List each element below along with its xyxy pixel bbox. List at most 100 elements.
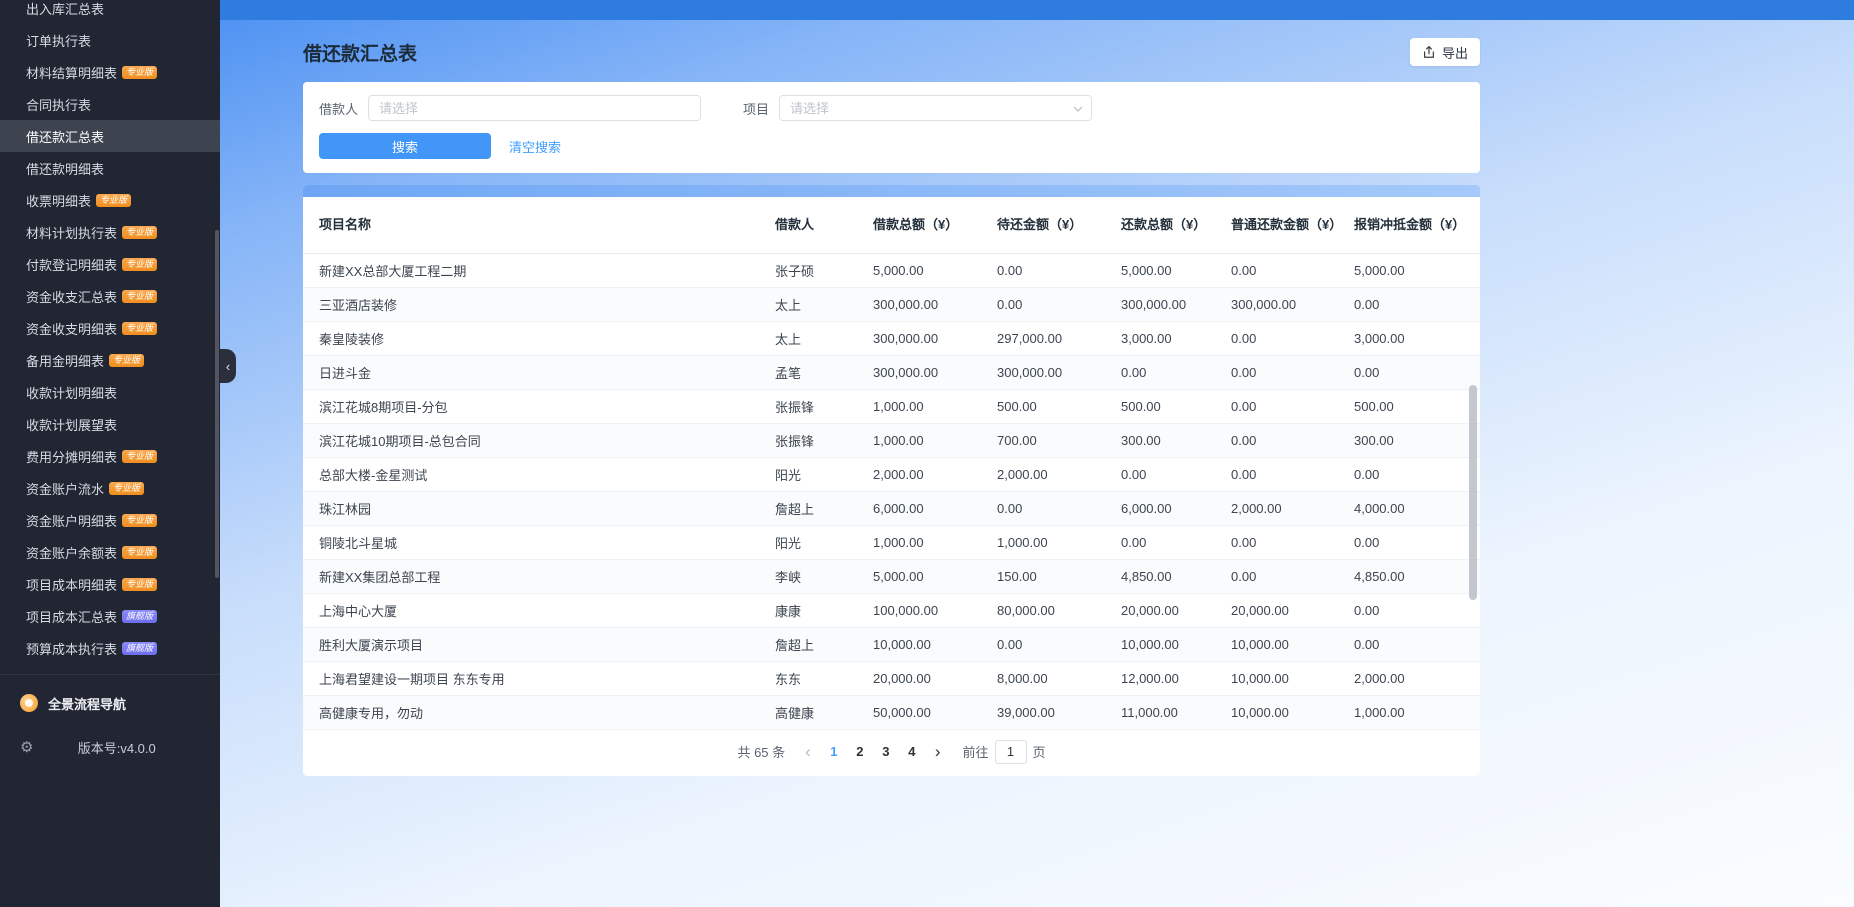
table-scrollbar[interactable]: [1469, 385, 1477, 600]
sidebar-item[interactable]: 材料结算明细表 专业版: [0, 56, 220, 88]
cell-project-name: 滨江花城10期项目-总包合同: [303, 423, 775, 458]
table-row: 三亚酒店装修 太上 300,000.00 0.00 300,000.00 300,000.…: [303, 287, 1480, 322]
search-button[interactable]: 搜索: [319, 133, 491, 159]
cell-value: 0.00: [1231, 355, 1354, 390]
cell-value: 0.00: [1231, 457, 1354, 492]
pagination: 共 65 条 ‹ 1234 › 前往 页: [303, 730, 1480, 774]
sidebar-item-label: 资金收支明细表: [26, 321, 118, 337]
table-row: 新建XX总部大厦工程二期 张子硕 5,000.00 0.00 5,000.00 0.00 5…: [303, 253, 1480, 288]
project-select-input[interactable]: [779, 95, 1093, 121]
table-card-accent-bar: [303, 185, 1480, 197]
cell-value: 12,000.00: [1121, 661, 1231, 696]
sidebar-item[interactable]: 材料计划执行表 专业版: [0, 216, 220, 248]
cell-value: 0.00: [1231, 525, 1354, 560]
sidebar-item-label: 收款计划展望表: [26, 417, 118, 433]
sidebar-item-label: 项目成本汇总表: [26, 609, 118, 625]
sidebar-item-label: 订单执行表: [26, 33, 92, 49]
prev-page-button[interactable]: ‹: [799, 743, 817, 760]
cell-value: 150.00: [997, 559, 1121, 594]
sidebar-item[interactable]: 资金账户明细表 专业版: [0, 504, 220, 536]
sidebar-collapse-button[interactable]: ‹: [220, 349, 236, 383]
page-number[interactable]: 4: [899, 739, 925, 765]
cell-value: 0.00: [1354, 593, 1480, 628]
cell-value: 4,850.00: [1121, 559, 1231, 594]
table-row: 新建XX集团总部工程 李峡 5,000.00 150.00 4,850.00 0.00 4,…: [303, 559, 1480, 594]
table-row: 高健康专用，勿动 高健康 50,000.00 39,000.00 11,000.00 10…: [303, 695, 1480, 730]
panorama-icon: [20, 694, 38, 712]
cell-value: 0.00: [1121, 525, 1231, 560]
cell-value: 1,000.00: [997, 525, 1121, 560]
cell-value: 39,000.00: [997, 695, 1121, 730]
gear-icon[interactable]: ⚙: [20, 738, 33, 756]
sidebar-item-label: 合同执行表: [26, 97, 92, 113]
sidebar-item[interactable]: 收票明细表 专业版: [0, 184, 220, 216]
cell-value: 8,000.00: [997, 661, 1121, 696]
panorama-nav-label: 全景流程导航: [48, 696, 127, 712]
cell-value: 0.00: [997, 253, 1121, 288]
sidebar-item[interactable]: 备用金明细表 专业版: [0, 344, 220, 376]
sidebar-item[interactable]: 收款计划明细表: [0, 376, 220, 408]
filter-row: 借款人 项目: [319, 95, 1464, 121]
sidebar-scrollbar[interactable]: [215, 230, 219, 578]
borrower-label: 借款人: [319, 101, 359, 117]
borrower-input[interactable]: [368, 95, 702, 121]
goto-page-input[interactable]: [994, 739, 1027, 764]
sidebar-item[interactable]: 项目成本汇总表 旗舰版: [0, 600, 220, 632]
cell-value: 4,850.00: [1354, 559, 1480, 594]
export-button[interactable]: 导出: [1409, 38, 1480, 66]
page-number[interactable]: 2: [847, 739, 873, 765]
cell-value: 李峡: [775, 559, 873, 594]
page-number[interactable]: 3: [873, 739, 899, 765]
sidebar-item[interactable]: 订单执行表: [0, 24, 220, 56]
sidebar-item[interactable]: 付款登记明细表 专业版: [0, 248, 220, 280]
table-row: 胜利大厦演示项目 詹超上 10,000.00 0.00 10,000.00 10,000.…: [303, 627, 1480, 662]
cell-value: 阳光: [775, 525, 873, 560]
sidebar-item[interactable]: 借还款汇总表: [0, 120, 220, 152]
clear-search-link[interactable]: 清空搜索: [509, 137, 561, 156]
cell-value: 0.00: [1354, 525, 1480, 560]
sidebar-item[interactable]: 资金收支明细表 专业版: [0, 312, 220, 344]
project-select[interactable]: [779, 95, 1093, 121]
table-row: 滨江花城10期项目-总包合同 张振锋 1,000.00 700.00 300.00 0.0…: [303, 423, 1480, 458]
cell-project-name: 新建XX集团总部工程: [303, 559, 775, 594]
sidebar-item[interactable]: 出入库汇总表: [0, 0, 220, 24]
panorama-nav-item[interactable]: 全景流程导航: [0, 683, 220, 723]
sidebar-item[interactable]: 费用分摊明细表 专业版: [0, 440, 220, 472]
cell-project-name: 新建XX总部大厦工程二期: [303, 253, 775, 288]
cell-value: 孟笔: [775, 355, 873, 390]
cell-value: 0.00: [997, 627, 1121, 662]
edition-badge: 专业版: [122, 449, 158, 463]
cell-value: 0.00: [1354, 627, 1480, 662]
sidebar-item[interactable]: 项目成本明细表 专业版: [0, 568, 220, 600]
sidebar-item[interactable]: 收款计划展望表: [0, 408, 220, 440]
project-label: 项目: [743, 101, 770, 117]
edition-badge: 旗舰版: [122, 609, 158, 623]
cell-value: 詹超上: [775, 491, 873, 526]
pagination-total: 共 65 条: [737, 745, 786, 760]
edition-badge: 旗舰版: [122, 641, 158, 655]
cell-value: 10,000.00: [1231, 695, 1354, 730]
cell-value: 3,000.00: [1121, 321, 1231, 356]
cell-value: 0.00: [997, 491, 1121, 526]
cell-project-name: 铜陵北斗星城: [303, 525, 775, 560]
sidebar-item[interactable]: 资金账户流水 专业版: [0, 472, 220, 504]
cell-value: 10,000.00: [1121, 627, 1231, 662]
sidebar-item-label: 资金账户流水: [26, 481, 105, 497]
sidebar-item[interactable]: 资金账户余额表 专业版: [0, 536, 220, 568]
sidebar-item-label: 项目成本明细表: [26, 577, 118, 593]
cell-value: 0.00: [1354, 457, 1480, 492]
cell-value: 2,000.00: [997, 457, 1121, 492]
sidebar-item[interactable]: 借还款明细表: [0, 152, 220, 184]
pagination-pages: 1234: [821, 739, 925, 765]
cell-value: 10,000.00: [1231, 661, 1354, 696]
sidebar-item[interactable]: 预算成本执行表 旗舰版: [0, 632, 220, 664]
sidebar-item[interactable]: 合同执行表: [0, 88, 220, 120]
cell-value: 0.00: [997, 287, 1121, 322]
next-page-button[interactable]: ›: [929, 743, 947, 760]
page-number[interactable]: 1: [821, 739, 847, 765]
table-body: 新建XX总部大厦工程二期 张子硕 5,000.00 0.00 5,000.00 0.00 5…: [303, 253, 1480, 730]
sidebar-item[interactable]: 资金收支汇总表 专业版: [0, 280, 220, 312]
project-filter-group: 项目: [743, 95, 1093, 121]
cell-value: 6,000.00: [1121, 491, 1231, 526]
table-row: 上海中心大厦 康康 100,000.00 80,000.00 20,000.00 20,0…: [303, 593, 1480, 628]
